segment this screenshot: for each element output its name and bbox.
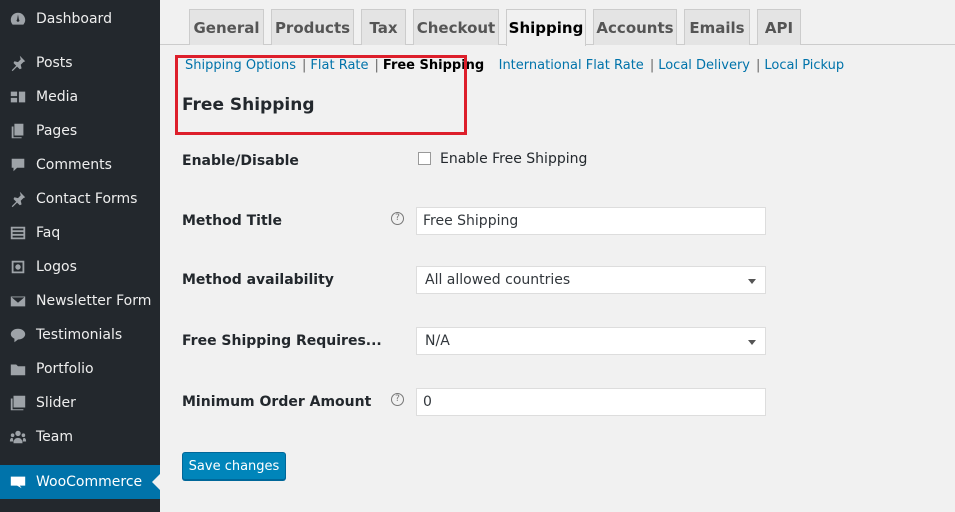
- tab-emails[interactable]: Emails: [684, 9, 750, 45]
- select-value: All allowed countries: [425, 272, 571, 288]
- tab-api[interactable]: API: [757, 9, 801, 45]
- admin-sidebar: Dashboard Posts Media Pages Comments Con…: [0, 0, 160, 512]
- enable-disable-label: Enable/Disable: [182, 153, 299, 169]
- enable-free-shipping-checkbox[interactable]: [418, 152, 431, 165]
- help-icon[interactable]: ?: [391, 393, 404, 406]
- sidebar-item-dashboard[interactable]: Dashboard: [0, 2, 160, 36]
- sidebar-item-label: Contact Forms: [36, 191, 138, 207]
- sidebar-item-slider[interactable]: Slider: [0, 386, 160, 420]
- sidebar-item-label: Comments: [36, 157, 112, 173]
- sidebar-item-portfolio[interactable]: Portfolio: [0, 352, 160, 386]
- sidebar-item-label: Slider: [36, 395, 76, 411]
- page-title: Free Shipping: [182, 95, 315, 115]
- pin-icon: [0, 190, 36, 208]
- link-shipping-options[interactable]: Shipping Options: [185, 58, 296, 73]
- sidebar-item-posts[interactable]: Posts: [0, 46, 160, 80]
- sidebar-item-faq[interactable]: Faq: [0, 216, 160, 250]
- save-changes-button[interactable]: Save changes: [182, 452, 286, 480]
- sidebar-item-logos[interactable]: Logos: [0, 250, 160, 284]
- sidebar-item-contact-forms[interactable]: Contact Forms: [0, 182, 160, 216]
- sidebar-item-label: Team: [36, 429, 74, 445]
- sidebar-item-label: WooCommerce: [36, 474, 143, 490]
- sidebar-item-comments[interactable]: Comments: [0, 148, 160, 182]
- tab-shipping[interactable]: Shipping: [506, 9, 586, 46]
- tab-checkout[interactable]: Checkout: [413, 9, 499, 45]
- sidebar-item-media[interactable]: Media: [0, 80, 160, 114]
- free-shipping-requires-label: Free Shipping Requires...: [182, 333, 382, 349]
- sidebar-item-testimonials[interactable]: Testimonials: [0, 318, 160, 352]
- gallery-icon: [0, 394, 36, 412]
- separator: |: [374, 58, 379, 73]
- separator: |: [756, 58, 761, 73]
- link-international-flat-rate[interactable]: International Flat Rate: [499, 58, 644, 73]
- sidebar-item-label: Dashboard: [36, 11, 112, 27]
- chevron-down-icon: [748, 340, 756, 345]
- sidebar-item-newsletter-form[interactable]: Newsletter Form: [0, 284, 160, 318]
- tab-general[interactable]: General: [189, 9, 264, 45]
- folder-icon: [0, 360, 36, 378]
- method-availability-label: Method availability: [182, 272, 334, 288]
- minimum-order-amount-input[interactable]: 0: [416, 388, 766, 416]
- sidebar-item-label: Newsletter Form: [36, 293, 152, 309]
- sidebar-item-label: Logos: [36, 259, 77, 275]
- link-flat-rate[interactable]: Flat Rate: [310, 58, 368, 73]
- sidebar-item-label: Portfolio: [36, 361, 94, 377]
- method-availability-select[interactable]: All allowed countries: [416, 266, 766, 294]
- sidebar-item-label: Faq: [36, 225, 61, 241]
- tab-tax[interactable]: Tax: [361, 9, 406, 45]
- media-icon: [0, 88, 36, 106]
- link-local-pickup[interactable]: Local Pickup: [764, 58, 844, 73]
- team-icon: [0, 428, 36, 446]
- link-local-delivery[interactable]: Local Delivery: [658, 58, 750, 73]
- method-title-input[interactable]: Free Shipping: [416, 207, 766, 235]
- sidebar-item-label: Posts: [36, 55, 73, 71]
- tab-products[interactable]: Products: [271, 9, 354, 45]
- dashboard-icon: [0, 10, 36, 28]
- sidebar-item-label: Pages: [36, 123, 78, 139]
- camera-icon: [0, 258, 36, 276]
- link-free-shipping-current: Free Shipping: [382, 58, 485, 73]
- sidebar-item-label: Media: [36, 89, 79, 105]
- envelope-icon: [0, 292, 36, 310]
- sidebar-item-pages[interactable]: Pages: [0, 114, 160, 148]
- select-value: N/A: [425, 333, 450, 349]
- sidebar-item-team[interactable]: Team: [0, 420, 160, 454]
- help-icon[interactable]: ?: [391, 212, 404, 225]
- list-icon: [0, 224, 36, 242]
- tab-accounts[interactable]: Accounts: [593, 9, 677, 45]
- chat-bubble-icon: [0, 326, 36, 344]
- separator: |: [302, 58, 307, 73]
- pin-icon: [0, 54, 36, 72]
- method-title-label: Method Title: [182, 213, 282, 229]
- free-shipping-requires-select[interactable]: N/A: [416, 327, 766, 355]
- sidebar-item-label: Testimonials: [36, 327, 123, 343]
- shipping-sub-navigation: Shipping Options | Flat Rate | Free Shipping…: [185, 58, 844, 76]
- chevron-down-icon: [748, 279, 756, 284]
- comment-icon: [0, 156, 36, 174]
- enable-free-shipping-label[interactable]: Enable Free Shipping: [440, 151, 587, 167]
- minimum-order-amount-label: Minimum Order Amount: [182, 394, 372, 410]
- separator: |: [490, 58, 494, 73]
- woocommerce-icon: [0, 473, 36, 491]
- sidebar-item-woocommerce[interactable]: WooCommerce: [0, 465, 160, 499]
- separator: |: [649, 58, 655, 73]
- pages-icon: [0, 122, 36, 140]
